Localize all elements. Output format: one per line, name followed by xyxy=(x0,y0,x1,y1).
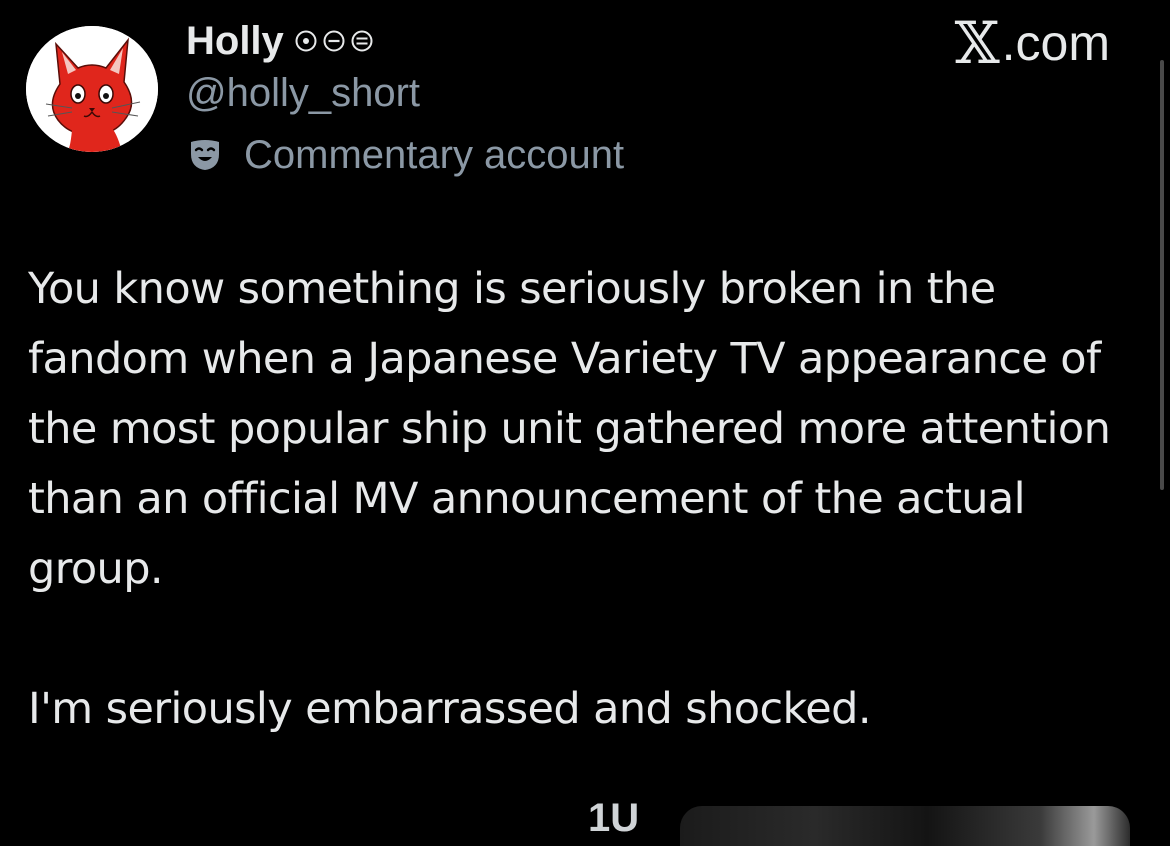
tweet-paragraph: You know something is seriously broken i… xyxy=(28,264,1111,594)
scrollbar[interactable] xyxy=(1160,60,1164,490)
red-cat-avatar-icon xyxy=(26,26,158,152)
profile-badges xyxy=(294,29,374,53)
tweet-paragraph: I'm seriously embarrassed and shocked. xyxy=(28,684,871,734)
circle-lines-icon xyxy=(350,29,374,53)
avatar[interactable] xyxy=(26,26,158,152)
theater-mask-icon xyxy=(188,138,222,172)
tweet-text: You know something is seriously broken i… xyxy=(28,254,1148,744)
x-logo-icon: 𝕏 xyxy=(954,9,1000,77)
brand-suffix: .com xyxy=(1001,15,1110,71)
circle-dot-icon xyxy=(294,29,318,53)
account-label: Commentary account xyxy=(188,132,624,178)
display-name-text[interactable]: Holly xyxy=(186,18,284,64)
media-partial-text: 1U xyxy=(588,796,640,840)
display-name[interactable]: Holly xyxy=(186,18,374,64)
circle-minus-icon xyxy=(322,29,346,53)
account-label-text: Commentary account xyxy=(244,133,625,177)
user-handle[interactable]: @holly_short xyxy=(186,70,420,116)
x-brand-watermark: 𝕏 .com xyxy=(955,14,1110,72)
media-preview[interactable] xyxy=(680,806,1130,846)
